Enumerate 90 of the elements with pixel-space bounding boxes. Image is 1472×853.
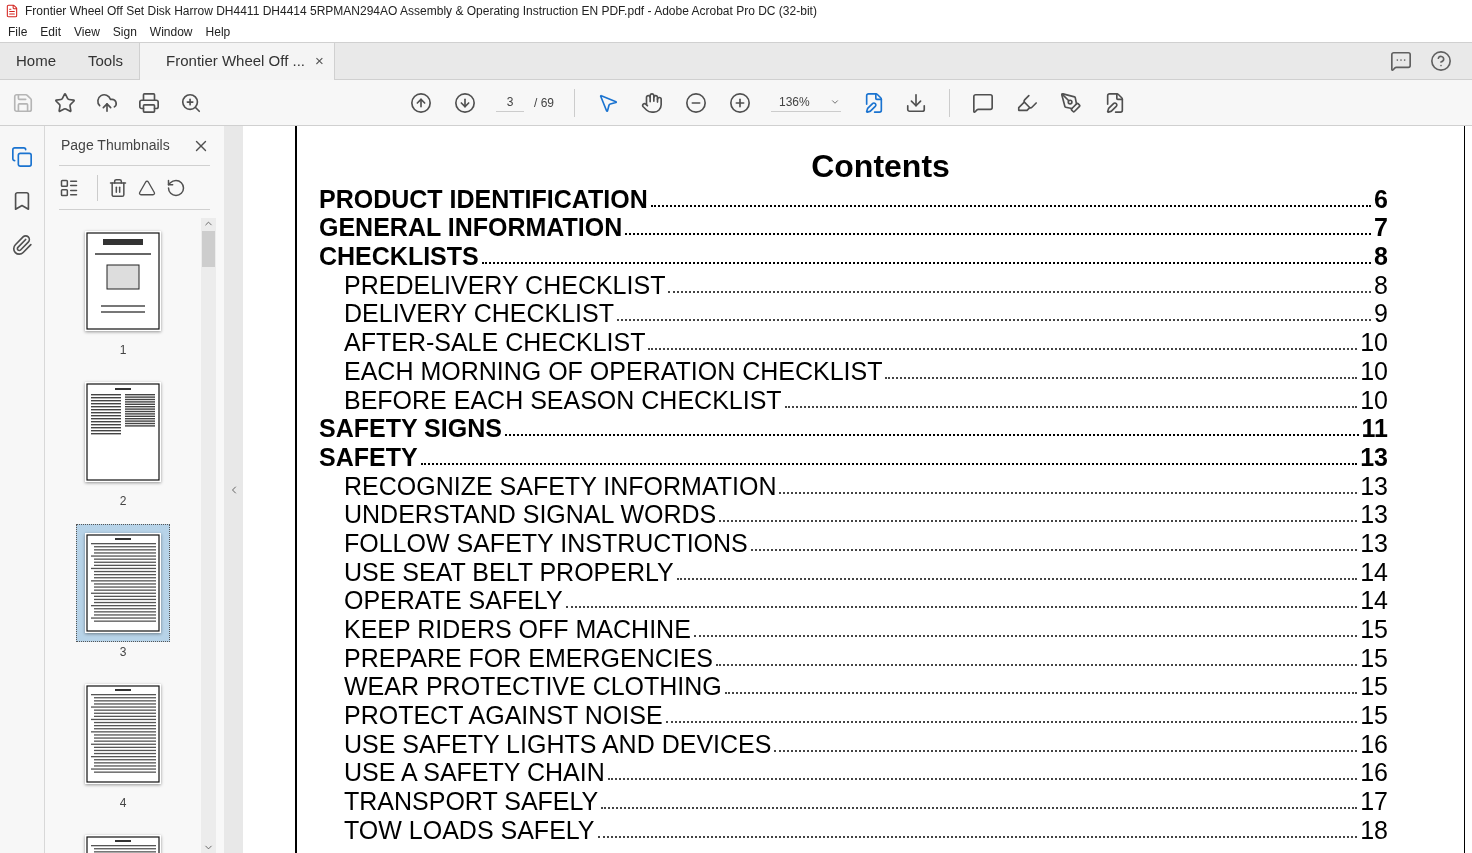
toc-entry-title: SAFETY SIGNS <box>319 416 503 442</box>
toc-entry-title: DELIVERY CHECKLIST <box>344 301 615 327</box>
toc-page-number: 6 <box>1373 186 1388 212</box>
toc-entry-title: UNDERSTAND SIGNAL WORDS <box>344 502 718 528</box>
window-title: Frontier Wheel Off Set Disk Harrow DH4411 DH4414 5RPMAN294AO Assembly & Operating Instruction EN PDF.pdf - Adobe Acrobat Pro DC (32-bit) <box>25 3 817 20</box>
toc-entry-title: USE SAFETY LIGHTS AND DEVICES <box>344 731 773 757</box>
toc-page-number: 10 <box>1359 358 1388 384</box>
dropdown-caret-icon <box>829 97 840 107</box>
toc-entry-title: AFTER-SALE CHECKLIST <box>344 330 647 356</box>
toc-page-number: 18 <box>1359 817 1388 843</box>
panel-title: Page Thumbnails <box>60 136 170 155</box>
toc-page-number: 13 <box>1359 530 1388 556</box>
page-number-field[interactable]: 3 <box>496 93 524 112</box>
toc-entry-title: WEAR PROTECTIVE CLOTHING <box>344 674 723 700</box>
toc-page-number: 11 <box>1360 416 1388 442</box>
toc-page-number: 13 <box>1359 473 1388 499</box>
toc-entry-title: RECOGNIZE SAFETY INFORMATION <box>344 473 778 499</box>
toc-page-number: 13 <box>1359 502 1388 528</box>
toc-page-number: 15 <box>1359 703 1388 729</box>
zoom-dropdown[interactable]: 136% <box>771 93 841 112</box>
page-number-label: 3 <box>119 644 127 661</box>
toc-entry-title: PRODUCT IDENTIFICATION <box>319 186 649 212</box>
page-total: / 69 <box>534 94 554 112</box>
page-number-label: 1 <box>119 342 127 359</box>
menu-item[interactable]: File <box>2 23 34 41</box>
toc-page-number: 13 <box>1359 444 1388 470</box>
search-icon[interactable] <box>180 91 202 114</box>
toc-entry-title: USE SEAT BELT PROPERLY <box>344 559 675 585</box>
thumbnails-icon[interactable] <box>11 146 33 168</box>
print-icon[interactable] <box>138 91 160 114</box>
toc-entry-title: PREDELIVERY CHECKLIST <box>344 272 667 298</box>
menu-item[interactable]: View <box>68 23 106 41</box>
toc-entry-title: EACH MORNING OF OPERATION CHECKLIST <box>344 358 884 384</box>
next-page-icon[interactable] <box>454 91 476 114</box>
toc-entry-title: PROTECT AGAINST NOISE <box>344 703 664 729</box>
toc-entry-title: SAFETY <box>319 444 419 470</box>
toc-entry-title: KEEP RIDERS OFF MACHINE <box>344 617 692 642</box>
zoom-in-icon[interactable] <box>729 91 751 114</box>
toc-page-number: 10 <box>1359 387 1388 413</box>
toc-page-number: 8 <box>1373 244 1388 270</box>
chat-icon[interactable] <box>1390 50 1412 72</box>
menu-item[interactable]: Edit <box>34 23 68 41</box>
toc-page-number: 14 <box>1359 559 1388 585</box>
toc-entry-title: OPERATE SAFELY <box>344 588 564 614</box>
toc-page-number: 8 <box>1373 272 1388 298</box>
close-tab-button[interactable]: × <box>315 50 324 73</box>
rotate-icon[interactable] <box>166 177 186 198</box>
toc-entry-title: BEFORE EACH SEASON CHECKLIST <box>344 387 783 413</box>
attachment-icon[interactable] <box>11 234 33 256</box>
page-number-label: 4 <box>119 795 127 812</box>
toc-entry-title: USE A SAFETY CHAIN <box>344 760 606 786</box>
document-heading: Contents <box>811 147 950 186</box>
scrollbar[interactable] <box>201 218 216 853</box>
toc-page-number: 15 <box>1359 645 1388 671</box>
tab[interactable]: Tools <box>72 43 140 79</box>
toc-entry-title: CHECKLISTS <box>319 244 480 270</box>
tab[interactable]: Home <box>0 43 72 79</box>
pen-icon[interactable] <box>1060 91 1082 114</box>
toc-entry-title: FOLLOW SAFETY INSTRUCTIONS <box>344 530 749 556</box>
toc-page-number: 15 <box>1359 674 1388 700</box>
star-icon[interactable] <box>54 91 76 114</box>
toc-entry-title: TOW LOADS SAFELY <box>344 817 596 843</box>
hand-icon[interactable] <box>641 91 663 114</box>
toc-page-number: 15 <box>1359 617 1388 642</box>
page-number-label: 2 <box>119 493 127 510</box>
toc-page-number: 14 <box>1359 588 1388 614</box>
help-icon[interactable] <box>1430 50 1452 72</box>
toc-page-number: 7 <box>1373 215 1388 241</box>
toc-entry-title: GENERAL INFORMATION <box>319 215 624 241</box>
toc-page-number: 16 <box>1359 760 1388 786</box>
delete-icon[interactable] <box>108 177 128 198</box>
previous-page-icon[interactable] <box>410 91 432 114</box>
toc-page-number: 16 <box>1359 731 1388 757</box>
zoom-out-icon[interactable] <box>685 91 707 114</box>
upload-cloud-icon[interactable] <box>96 91 118 114</box>
pdf-file-icon <box>5 4 19 18</box>
toc-entry-title: PREPARE FOR EMERGENCIES <box>344 645 715 671</box>
menu-item[interactable]: Help <box>199 23 237 41</box>
options-icon[interactable] <box>59 177 79 198</box>
scrollbar-thumb[interactable] <box>202 231 215 267</box>
menu-item[interactable]: Sign <box>106 23 143 41</box>
edit-document-icon[interactable] <box>1104 91 1126 114</box>
toc-page-number: 17 <box>1359 789 1388 815</box>
menu-item[interactable]: Window <box>143 23 199 41</box>
toc-page-number: 9 <box>1373 301 1388 327</box>
toc-entry-title: TRANSPORT SAFELY <box>344 789 600 815</box>
tab[interactable]: Frontier Wheel Off ... × <box>139 43 335 80</box>
comment-icon[interactable] <box>972 91 994 114</box>
page-thumbnail[interactable] <box>76 524 170 642</box>
toc-page-number: 10 <box>1359 330 1388 356</box>
